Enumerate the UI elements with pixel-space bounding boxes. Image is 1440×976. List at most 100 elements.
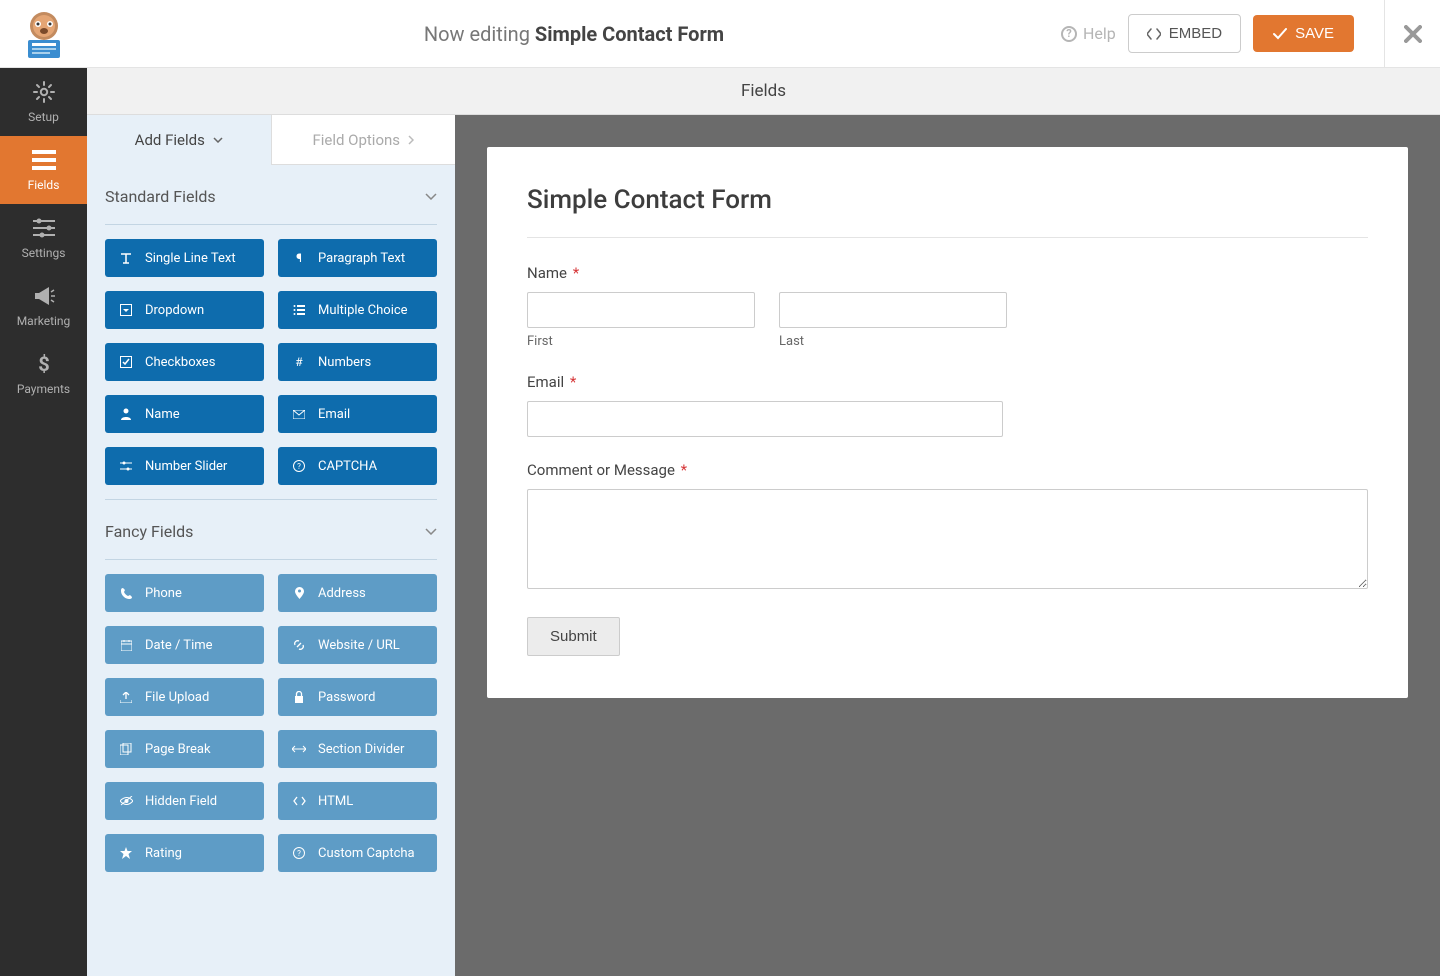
editing-prefix: Now editing [424, 22, 535, 46]
nav-label: Fields [28, 178, 60, 192]
dollar-icon: $ [32, 352, 56, 376]
envelope-icon [292, 410, 306, 419]
main-area: Fields Add Fields Field Options [87, 68, 1440, 976]
field-email[interactable]: Email [278, 395, 437, 433]
field-address[interactable]: Address [278, 574, 437, 612]
field-name[interactable]: Name [105, 395, 264, 433]
nav-item-marketing[interactable]: Marketing [0, 272, 87, 340]
field-page-break[interactable]: Page Break [105, 730, 264, 768]
nav-label: Settings [22, 246, 66, 260]
submit-button[interactable]: Submit [527, 617, 620, 656]
required-asterisk: * [681, 461, 687, 479]
field-single-line-text[interactable]: Single Line Text [105, 239, 264, 277]
layout: Setup Fields Settings Marketing $ Paymen… [0, 68, 1440, 976]
calendar-icon [119, 640, 133, 651]
standard-fields-group: Standard Fields Single Line Text ¶Paragr… [87, 165, 455, 500]
nav-label: Payments [17, 382, 70, 396]
lock-icon [292, 691, 306, 703]
field-section-divider[interactable]: Section Divider [278, 730, 437, 768]
field-html[interactable]: HTML [278, 782, 437, 820]
field-captcha[interactable]: ?CAPTCHA [278, 447, 437, 485]
header-actions: ? Help EMBED SAVE [1061, 0, 1440, 68]
comment-textarea[interactable] [527, 489, 1368, 589]
panel-tabs: Add Fields Field Options [87, 115, 455, 165]
user-icon [119, 408, 133, 420]
files-icon [119, 743, 133, 755]
wpforms-logo-icon [14, 10, 74, 58]
field-rating[interactable]: Rating [105, 834, 264, 872]
field-password[interactable]: Password [278, 678, 437, 716]
fields-panel: Add Fields Field Options Standard Fields [87, 115, 455, 976]
list-icon [32, 148, 56, 172]
field-hidden-field[interactable]: Hidden Field [105, 782, 264, 820]
nav-label: Setup [28, 110, 59, 124]
first-name-input[interactable] [527, 292, 755, 328]
tab-add-fields[interactable]: Add Fields [87, 115, 271, 165]
chevron-down-icon [425, 193, 437, 200]
fancy-fields-toggle[interactable]: Fancy Fields [105, 504, 437, 560]
comment-label: Comment or Message * [527, 461, 1368, 479]
field-multiple-choice[interactable]: Multiple Choice [278, 291, 437, 329]
help-link[interactable]: ? Help [1061, 24, 1116, 43]
svg-text:$: $ [38, 353, 49, 375]
nav-item-settings[interactable]: Settings [0, 204, 87, 272]
field-date-time[interactable]: Date / Time [105, 626, 264, 664]
hash-icon: # [292, 355, 306, 369]
close-icon [1404, 25, 1422, 43]
close-button[interactable] [1384, 0, 1440, 68]
left-nav: Setup Fields Settings Marketing $ Paymen… [0, 68, 87, 976]
marker-icon [292, 587, 306, 599]
field-numbers[interactable]: #Numbers [278, 343, 437, 381]
code-icon [1147, 28, 1161, 40]
preview-canvas: Simple Contact Form Name * First Last [455, 115, 1440, 976]
field-website-url[interactable]: Website / URL [278, 626, 437, 664]
link-icon [292, 639, 306, 651]
field-checkboxes[interactable]: Checkboxes [105, 343, 264, 381]
app-logo [0, 0, 87, 67]
form-title: Simple Contact Form [527, 185, 1368, 215]
nav-item-fields[interactable]: Fields [0, 136, 87, 204]
embed-button[interactable]: EMBED [1128, 14, 1241, 53]
sliders-icon [32, 216, 56, 240]
email-input[interactable] [527, 401, 1003, 437]
question-circle-icon: ? [292, 460, 306, 472]
nav-item-setup[interactable]: Setup [0, 68, 87, 136]
field-dropdown[interactable]: Dropdown [105, 291, 264, 329]
sliders-h-icon [119, 461, 133, 471]
chevron-down-icon [425, 528, 437, 535]
question-circle-icon: ? [292, 847, 306, 859]
nav-item-payments[interactable]: $ Payments [0, 340, 87, 408]
phone-icon [119, 588, 133, 599]
required-asterisk: * [573, 264, 579, 282]
form-field-email[interactable]: Email * [527, 373, 1368, 437]
caret-square-icon [119, 304, 133, 316]
field-number-slider[interactable]: Number Slider [105, 447, 264, 485]
star-icon [119, 847, 133, 859]
field-paragraph-text[interactable]: ¶Paragraph Text [278, 239, 437, 277]
first-name-col: First [527, 292, 755, 349]
form-preview[interactable]: Simple Contact Form Name * First Last [487, 147, 1408, 698]
required-asterisk: * [570, 373, 576, 391]
last-name-input[interactable] [779, 292, 1007, 328]
save-button[interactable]: SAVE [1253, 15, 1354, 52]
bullhorn-icon [32, 284, 56, 308]
paragraph-icon: ¶ [292, 251, 306, 265]
field-custom-captcha[interactable]: ?Custom Captcha [278, 834, 437, 872]
email-label: Email * [527, 373, 1368, 391]
content-row: Add Fields Field Options Standard Fields [87, 115, 1440, 976]
form-field-comment[interactable]: Comment or Message * [527, 461, 1368, 593]
header-title: Now editing Simple Contact Form [87, 22, 1061, 46]
divider [527, 237, 1368, 238]
field-file-upload[interactable]: File Upload [105, 678, 264, 716]
svg-text:?: ? [297, 462, 301, 471]
standard-fields-toggle[interactable]: Standard Fields [105, 169, 437, 225]
form-field-name[interactable]: Name * First Last [527, 264, 1368, 349]
name-row: First Last [527, 292, 1368, 349]
first-sublabel: First [527, 334, 755, 349]
eye-slash-icon [119, 796, 133, 806]
fancy-fields-grid: Phone Address Date / Time Website / URL … [105, 560, 437, 886]
field-phone[interactable]: Phone [105, 574, 264, 612]
tab-field-options[interactable]: Field Options [271, 115, 456, 165]
list-ul-icon [292, 305, 306, 315]
section-header: Fields [87, 68, 1440, 115]
